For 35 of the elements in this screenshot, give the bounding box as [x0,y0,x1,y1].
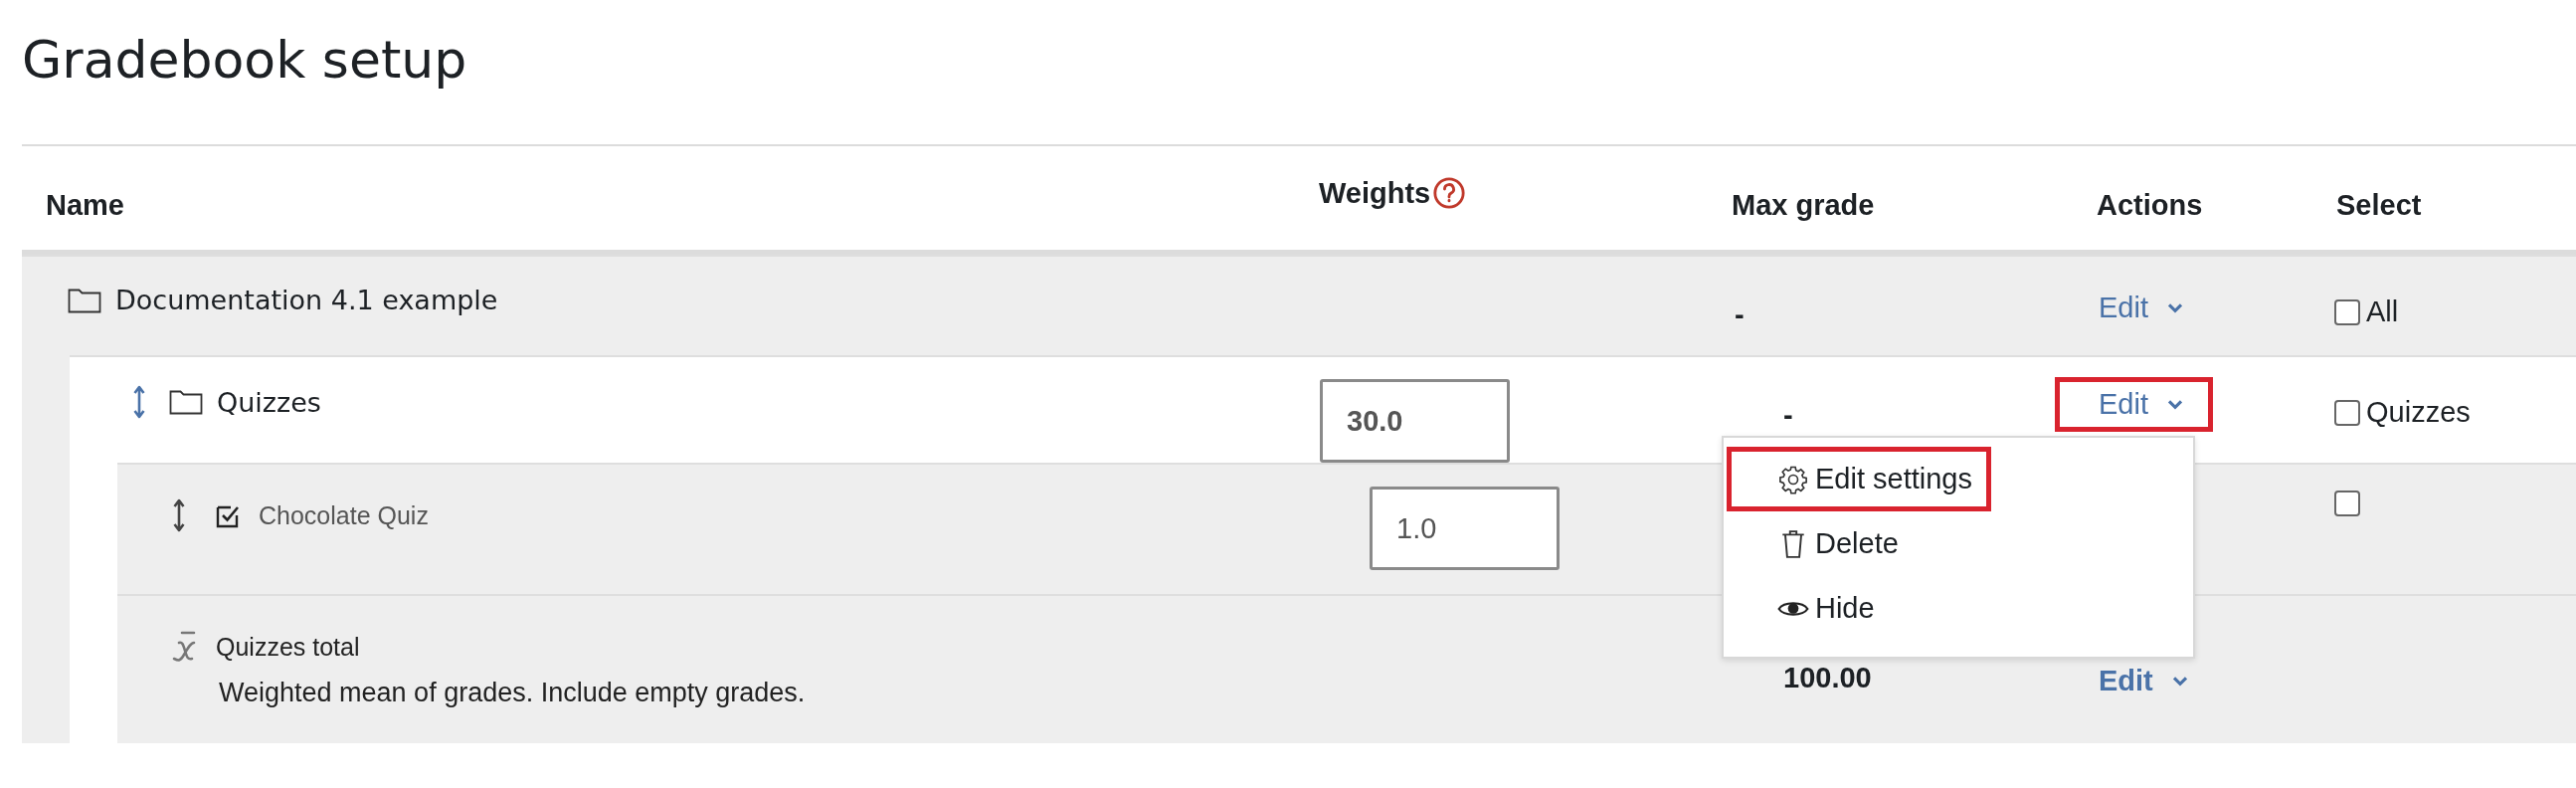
weight-input[interactable]: 30.0 [1320,379,1510,463]
select-checkbox[interactable] [2334,399,2360,426]
max-grade: - [1735,298,1745,330]
select-checkbox[interactable] [2334,298,2360,325]
max-grade: 100.00 [1783,662,1872,693]
item-name: Chocolate Quiz [259,500,429,530]
edit-dropdown[interactable]: Edit [2055,377,2213,432]
move-icon[interactable] [133,385,145,419]
max-grade: - [1783,399,1793,431]
move-icon[interactable] [173,498,185,532]
column-header: Actions [2097,188,2203,222]
column-header: Select [2336,188,2422,222]
edit-dropdown[interactable]: Edit [2055,654,2218,708]
menu-item[interactable]: Delete [1727,511,1918,576]
column-header: Name [46,188,124,222]
item-name: Documentation 4.1 example [115,285,498,315]
item-name: Quizzes total [216,632,360,662]
select-checkbox[interactable] [2334,491,2360,516]
caret-icon [2166,398,2184,411]
item-description: Weighted mean of grades. Include empty grades. [218,677,807,708]
weight-input[interactable]: 1.0 [1370,487,1560,570]
column-header: Weights [1319,176,1431,210]
column-header: Max grade [1732,188,1875,222]
page-title: Gradebook setup [21,29,468,92]
folder-icon [169,388,203,416]
menu-item[interactable]: Hide [1727,576,1894,641]
item-name: Quizzes [217,386,321,418]
checkbox-label: Quizzes [2366,396,2471,429]
menu-item[interactable]: Edit settings [1727,447,1991,511]
edit-dropdown[interactable]: Edit [2055,281,2213,335]
help-icon[interactable] [1432,176,1467,210]
caret-icon [2166,301,2184,314]
settings-icon [1777,464,1809,494]
caret-icon [2170,675,2189,688]
checkbox-label: All [2366,296,2399,328]
